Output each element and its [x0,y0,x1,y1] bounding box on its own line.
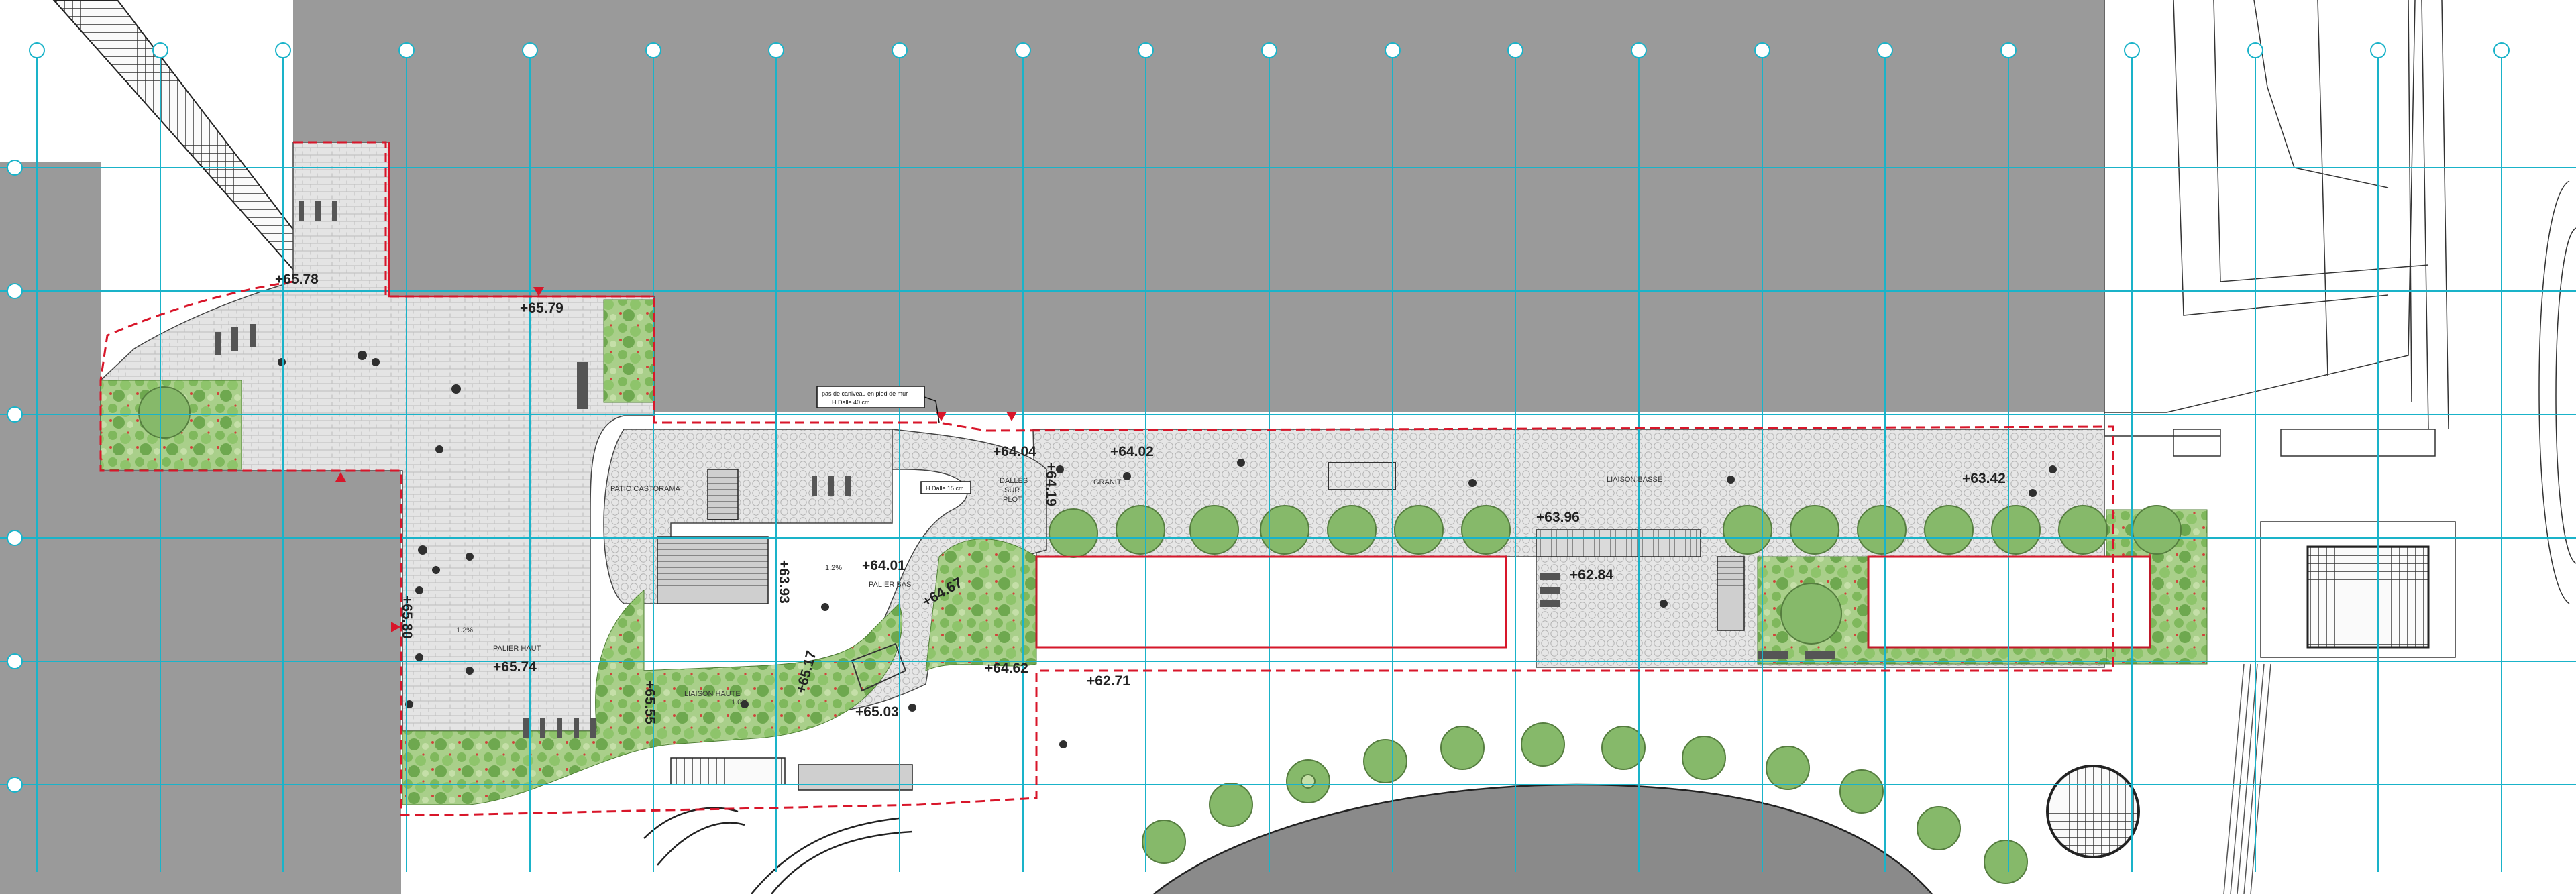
grid-bubble [7,160,23,176]
grid-bubble [1877,42,1893,58]
zone-label: PALIER BAS [869,581,911,589]
grid-bubble [275,42,291,58]
grid-bubble [29,42,45,58]
zone-label: PLOT [1003,496,1022,504]
level-label: +64.62 [985,661,1028,676]
slope-label: 1.2% [456,626,473,634]
level-label: +64.04 [993,444,1036,459]
grid-bubble [2000,42,2017,58]
level-label: +64.19 [1043,463,1059,506]
level-label: +63.96 [1536,510,1580,525]
tree [1780,583,1842,645]
tree [1924,505,1974,555]
grid-bubble [2493,42,2510,58]
tree [1857,505,1907,555]
zone-label: PALIER HAUT [493,645,541,653]
building-stub [93,162,101,471]
grid-bubble [1015,42,1031,58]
slope-label: 1.2% [825,564,842,572]
tree [1260,505,1309,555]
tree [1521,722,1565,767]
grid-bubble [2370,42,2386,58]
grid-bubble [152,42,168,58]
tree [2058,505,2108,555]
lawn-center [1035,555,1507,649]
tree [1917,806,1961,850]
bed-north [603,299,655,403]
tree [1723,505,1772,555]
grid-bubble [1754,42,1770,58]
grid-bubble [892,42,908,58]
grid-bubble [522,42,538,58]
tree [1766,746,1810,790]
grid-bubble [2124,42,2140,58]
callout-h-dalle: H Dalle 15 cm [920,481,971,494]
building-southwest [93,471,401,894]
tree [1209,783,1253,827]
grid-bubble [645,42,661,58]
tree [1991,505,2041,555]
level-label: +62.84 [1570,567,1613,583]
grid-bubble [1385,42,1401,58]
grid-bubble [7,530,23,546]
note-line: H Dalle 15 cm [926,485,964,492]
note-line: pas de caniveau en pied de mur [822,390,908,397]
callout-pas-caniveau: pas de caniveau en pied de mur H Dalle 4… [816,386,940,423]
level-label: +65.78 [275,272,319,287]
round-grate [2046,765,2140,858]
grid-bubble [1261,42,1277,58]
grid-bubble [1138,42,1154,58]
bed-mid [925,539,1037,671]
zone-label: SUR [1004,486,1020,494]
roundabout-arc [1153,783,1933,894]
tree [1142,820,1186,864]
tree [138,386,191,439]
level-label: +65.55 [642,681,657,724]
zone-label: GRANIT [1093,478,1122,486]
grid-bubble [2247,42,2263,58]
tree [1363,739,1407,783]
level-label: +64.02 [1110,444,1154,459]
grid-bubble [7,777,23,793]
grid-bubble [7,406,23,423]
grate-square [2306,545,2430,649]
level-label: +65.74 [493,659,537,675]
zone-label: PATIO CASTORAMA [610,485,681,493]
tree [1839,769,1884,814]
grid-bubble [1507,42,1523,58]
zone-label: LIAISON HAUTE [684,690,741,698]
zone-label: DALLES [1000,477,1028,485]
level-label: +65.03 [855,704,899,720]
ramp-lines [2223,663,2271,894]
tree [1682,736,1726,780]
site-arcs [643,783,1933,894]
grid-bubble [7,653,23,669]
tree [1394,505,1444,555]
tree [1301,774,1316,789]
level-label: +63.42 [1962,471,2006,486]
grid-bubble [1631,42,1647,58]
tree [1461,505,1511,555]
tree [1440,726,1485,770]
tree [2132,505,2182,555]
level-label: +62.71 [1087,673,1130,689]
site-plan: +65.78 +65.79 +64.04 +64.02 +64.19 +64.0… [0,0,2576,894]
note-line: H Dalle 40 cm [832,399,870,406]
tree [1116,505,1165,555]
level-label: +65.80 [399,596,415,639]
rotunda-arc [751,817,900,894]
tree [1189,505,1239,555]
level-label: +63.93 [776,560,792,604]
grid-bubble [398,42,415,58]
grid-bubble [7,283,23,299]
zone-label: LIAISON BASSE [1607,476,1662,484]
tree [1790,505,1839,555]
tree [1327,505,1377,555]
tree [1984,840,2028,884]
level-label: +64.01 [862,558,906,573]
tree [1049,508,1098,558]
slope-label: 1.0% [731,698,748,706]
grid-bubble [768,42,784,58]
level-label: +65.79 [520,300,564,316]
